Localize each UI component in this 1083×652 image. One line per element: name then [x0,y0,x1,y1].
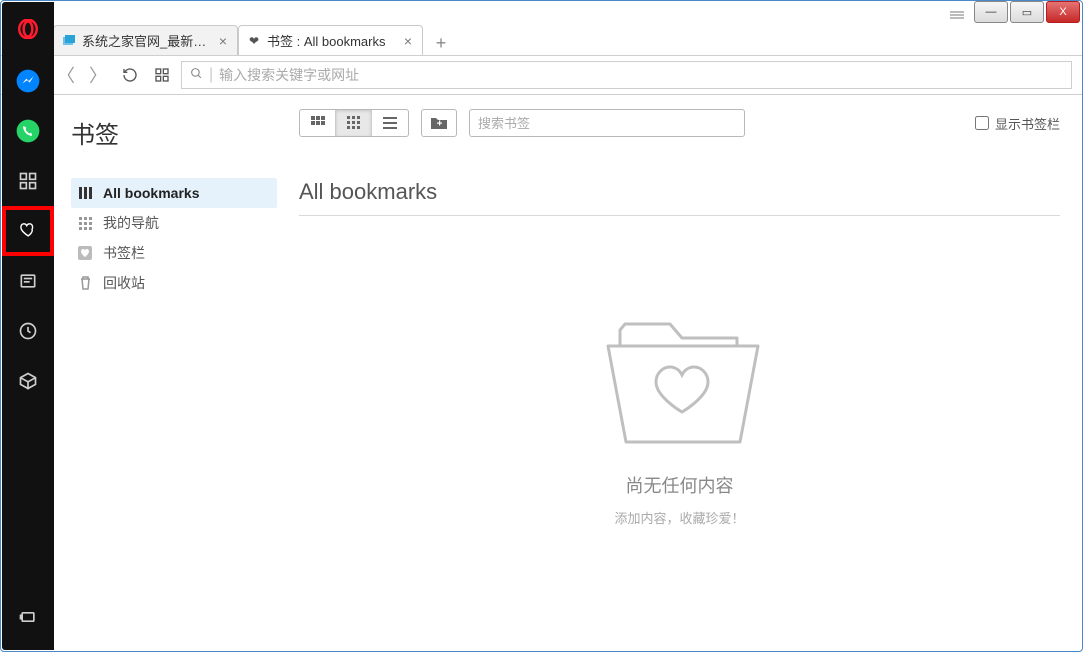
nav-bookmarks-bar[interactable]: 书签栏 [71,238,277,268]
address-divider: | [209,66,213,84]
page-title: 书签 [71,115,277,150]
new-tab-button[interactable]: + [429,31,453,55]
window-controls-extra [944,3,972,23]
search-icon [190,67,203,83]
grid-icon [77,217,93,230]
window-controls: — ▭ X [974,1,1082,23]
tab-1[interactable]: ❤ 书签 : All bookmarks × [238,25,423,55]
tab-favicon-heart-icon: ❤ [247,34,261,48]
bookmarks-page: 书签 All bookmarks 我的导航 书签栏 [53,95,1082,651]
history-icon[interactable] [2,306,54,356]
view-switcher [299,109,409,137]
nav-label: 回收站 [103,273,145,293]
view-large-grid-button[interactable] [300,110,336,136]
close-button[interactable]: X [1046,1,1080,23]
titlebar: — ▭ X [1,1,1082,25]
tab-close-icon[interactable]: × [219,33,227,49]
add-folder-button[interactable] [421,109,457,137]
whatsapp-icon[interactable] [2,106,54,156]
nav-toolbar: 〈 〉 | [1,55,1082,95]
address-bar[interactable]: | [181,61,1072,89]
nav-all-bookmarks[interactable]: All bookmarks [71,178,277,208]
tab-title: 系统之家官网_最新Ghost [82,31,213,50]
bookmarks-sidebar: 书签 All bookmarks 我的导航 书签栏 [53,95,277,651]
messenger-icon[interactable] [2,56,54,106]
forward-button[interactable]: 〉 [85,62,111,88]
browser-window: — ▭ X 系统之家官网_最新Ghost × ❤ 书签 : All bookma… [0,0,1083,652]
bookmarks-heart-icon[interactable] [2,206,54,256]
page-body: 书签 All bookmarks 我的导航 书签栏 [1,95,1082,651]
nav-label: 书签栏 [103,243,145,263]
bookmarks-toolbar: 显示书签栏 [299,109,1060,137]
view-small-grid-button[interactable] [336,110,372,136]
content-heading: All bookmarks [299,179,1060,205]
speed-dial-button[interactable] [149,62,175,88]
nav-label: All bookmarks [103,185,199,201]
minimize-button[interactable]: — [974,1,1008,23]
tab-strip: 系统之家官网_最新Ghost × ❤ 书签 : All bookmarks × … [1,25,1082,55]
tab-favicon-icon [62,34,76,48]
bars-icon [77,186,93,200]
empty-title: 尚无任何内容 [626,472,734,498]
tab-title: 书签 : All bookmarks [267,31,398,50]
reload-button[interactable] [117,62,143,88]
bookmarks-nav: All bookmarks 我的导航 书签栏 回收站 [71,178,277,298]
address-input[interactable] [219,67,1063,83]
left-sidebar [2,2,54,650]
bookmarks-main: 显示书签栏 All bookmarks 尚无任何内容 添加内容，收藏珍爱！ [277,95,1082,651]
empty-folder-icon [570,284,790,454]
nav-label: 我的导航 [103,213,159,233]
show-bookmarks-bar-checkbox[interactable] [975,116,989,130]
bookmarks-search[interactable] [469,109,745,137]
show-bookmarks-bar-label: 显示书签栏 [995,114,1060,133]
speed-dial-icon[interactable] [2,156,54,206]
maximize-button[interactable]: ▭ [1010,1,1044,23]
empty-subtitle: 添加内容，收藏珍爱！ [614,508,744,527]
empty-state: 尚无任何内容 添加内容，收藏珍爱！ [299,216,1060,651]
tab-close-icon[interactable]: × [404,33,412,49]
heart-box-icon [77,246,93,260]
sidebar-settings-icon[interactable] [2,592,54,642]
show-bookmarks-bar-toggle[interactable]: 显示书签栏 [975,114,1060,133]
personal-news-icon[interactable] [2,256,54,306]
view-list-button[interactable] [372,110,408,136]
tab-0[interactable]: 系统之家官网_最新Ghost × [53,25,238,55]
extensions-icon[interactable] [2,356,54,406]
back-button[interactable]: 〈 [53,62,79,88]
trash-icon [77,276,93,290]
bookmarks-search-input[interactable] [478,110,736,136]
nav-speed-dial[interactable]: 我的导航 [71,208,277,238]
window-menu-icon[interactable] [944,7,970,23]
nav-trash[interactable]: 回收站 [71,268,277,298]
